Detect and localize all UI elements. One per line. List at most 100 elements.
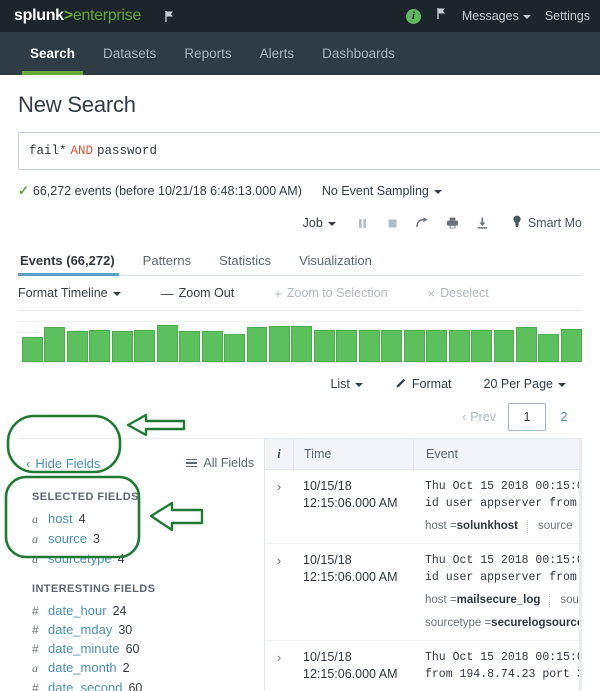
timeline-bar[interactable]	[134, 330, 156, 362]
timeline-bar[interactable]	[291, 325, 313, 362]
table-row[interactable]: › 10/15/18 12:15:06.000 AM Thu Oct 15 2018 …	[265, 641, 582, 691]
event-field-key[interactable]: host =	[425, 592, 457, 609]
per-page-menu[interactable]: 20 Per Page	[468, 377, 583, 391]
timeline-bar[interactable]	[22, 336, 43, 362]
timeline-bar[interactable]	[358, 330, 380, 362]
nav-tab-datasets[interactable]: Datasets	[89, 32, 170, 75]
nav-tab-search[interactable]: Search	[16, 32, 89, 75]
table-row[interactable]: › 10/15/18 12:15:06.000 AM Thu Oct 15 2018 …	[265, 544, 582, 641]
event-field-key[interactable]: sourcetype =	[425, 615, 491, 632]
column-header-time[interactable]: Time	[293, 439, 413, 469]
search-mode-selector[interactable]: Smart Mo	[498, 215, 582, 231]
timeline-bar[interactable]	[111, 330, 133, 362]
search-input[interactable]: fail* AND password	[18, 132, 600, 170]
event-field-key[interactable]: source	[538, 518, 573, 535]
chevron-right-icon[interactable]: ›	[265, 649, 293, 691]
vertical-scrollbar[interactable]	[579, 439, 582, 691]
timeline-bar[interactable]	[515, 326, 537, 362]
format-results-button[interactable]: Format	[379, 377, 468, 392]
splunk-logo[interactable]: splunk > enterprise	[14, 7, 141, 25]
field-name: date_month	[48, 660, 117, 675]
field-row[interactable]: a source 3	[18, 529, 264, 549]
chevron-right-icon[interactable]: ›	[265, 552, 293, 632]
share-icon[interactable]	[408, 217, 438, 229]
fields-sidebar: ‹ Hide Fields All Fields SELECTED FIELDS…	[18, 439, 264, 691]
event-date: 10/15/18	[303, 650, 352, 664]
event-field-value[interactable]: solunkhost	[457, 518, 518, 535]
list-view-menu[interactable]: List	[314, 377, 378, 391]
page-button-1[interactable]: 1	[508, 403, 546, 431]
timeline-bar[interactable]	[336, 330, 358, 362]
prev-page-button[interactable]: ‹ Prev	[450, 410, 508, 424]
timeline-bar[interactable]	[179, 330, 201, 362]
timeline-bar[interactable]	[313, 330, 335, 362]
field-row[interactable]: # date_mday 30	[18, 620, 264, 639]
messages-label: Messages	[461, 9, 519, 23]
stop-icon[interactable]	[378, 218, 408, 229]
field-row[interactable]: a sourcetype 4	[18, 549, 264, 569]
timeline-bar[interactable]	[246, 326, 268, 362]
timeline-bar[interactable]	[156, 325, 178, 362]
nav-tab-reports[interactable]: Reports	[170, 32, 245, 75]
messages-menu[interactable]: Messages	[462, 9, 531, 23]
header-flag-icon[interactable]	[435, 7, 448, 25]
format-timeline-menu[interactable]: Format Timeline	[18, 286, 139, 300]
timeline-bar[interactable]	[44, 326, 66, 362]
chevron-down-icon	[354, 383, 363, 387]
timeline-bar[interactable]	[538, 334, 560, 362]
timeline-bar[interactable]	[89, 330, 111, 362]
search-status-row: ✓ 66,272 events (before 10/21/18 6:48:13…	[18, 183, 582, 199]
event-field-value[interactable]: securelogsource	[491, 615, 582, 632]
main-nav: Search Datasets Reports Alerts Dashboard…	[0, 32, 600, 75]
field-name: date_mday	[48, 622, 113, 637]
tab-events[interactable]: Events (66,272)	[18, 253, 129, 276]
app-nav-flag-icon[interactable]	[163, 10, 176, 23]
field-row[interactable]: # date_minute 60	[18, 639, 264, 658]
timeline-bar[interactable]	[268, 325, 290, 362]
event-field-value[interactable]: mailsecure_log	[457, 592, 541, 609]
all-fields-button[interactable]: All Fields	[186, 456, 254, 470]
timeline-bar[interactable]	[224, 334, 246, 362]
column-header-event[interactable]: Event	[413, 439, 582, 469]
timeline-bar[interactable]	[66, 330, 88, 362]
timeline-bar[interactable]	[201, 330, 223, 362]
nav-tab-dashboards[interactable]: Dashboards	[308, 32, 409, 75]
settings-menu[interactable]: Settings	[545, 9, 590, 23]
export-icon[interactable]	[468, 217, 498, 229]
hide-fields-button[interactable]: ‹ Hide Fields	[18, 456, 100, 471]
timeline-bar[interactable]	[493, 330, 515, 362]
tab-statistics[interactable]: Statistics	[205, 253, 285, 275]
info-icon[interactable]: i	[405, 8, 421, 24]
timeline-chart[interactable]	[18, 319, 582, 364]
tab-visualization[interactable]: Visualization	[285, 253, 386, 275]
event-sampling-dropdown[interactable]: No Event Sampling	[322, 184, 442, 198]
timeline-bar[interactable]	[381, 330, 403, 362]
deselect-button[interactable]: × Deselect	[406, 286, 507, 301]
hide-fields-label: Hide Fields	[35, 455, 101, 471]
event-field-key[interactable]: sou	[560, 592, 579, 609]
zoom-to-selection-label: Zoom to Selection	[286, 286, 388, 300]
event-raw-text: id user appserver from 194	[425, 497, 582, 510]
nav-tab-alerts[interactable]: Alerts	[246, 32, 309, 75]
timeline-bar[interactable]	[560, 329, 582, 362]
field-separator	[527, 520, 529, 533]
timeline-bar[interactable]	[426, 330, 448, 362]
field-row[interactable]: a host 4	[18, 509, 264, 529]
field-row[interactable]: a date_month 2	[18, 658, 264, 678]
tab-patterns[interactable]: Patterns	[129, 253, 205, 275]
event-content: Thu Oct 15 2018 00:15:06 m id user appser…	[413, 478, 582, 535]
zoom-out-button[interactable]: — Zoom Out	[139, 286, 253, 301]
job-menu[interactable]: Job	[291, 216, 348, 230]
field-row[interactable]: # date_hour 24	[18, 601, 264, 620]
timeline-bar[interactable]	[471, 330, 493, 362]
page-button-2[interactable]: 2	[546, 404, 582, 430]
chevron-right-icon[interactable]: ›	[265, 478, 293, 535]
table-row[interactable]: › 10/15/18 12:15:06.000 AM Thu Oct 15 2018 …	[265, 470, 582, 544]
timeline-bar[interactable]	[448, 330, 470, 362]
event-field-key[interactable]: host =	[425, 518, 457, 535]
timeline-bar[interactable]	[403, 330, 425, 362]
field-row[interactable]: # date_second 60	[18, 678, 264, 691]
zoom-to-selection-button[interactable]: + Zoom to Selection	[252, 286, 405, 301]
print-icon[interactable]	[438, 217, 468, 229]
pause-icon[interactable]	[348, 218, 378, 229]
